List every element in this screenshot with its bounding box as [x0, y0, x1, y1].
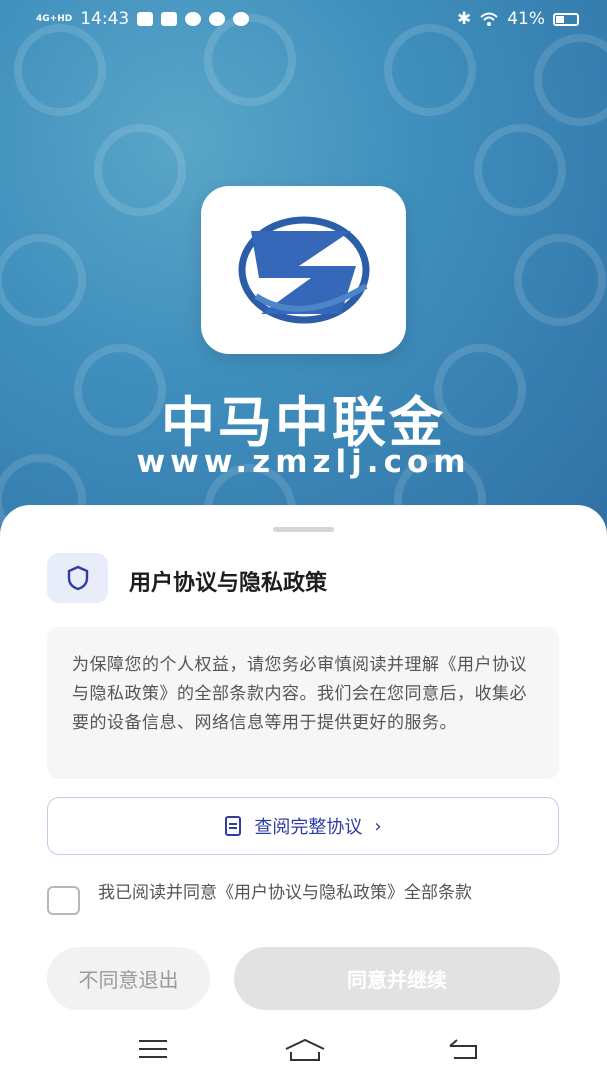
- shield-icon: [67, 565, 88, 591]
- consent-checkbox[interactable]: [47, 886, 80, 915]
- agree-continue-button[interactable]: 同意并继续: [234, 947, 560, 1010]
- logo-z-icon: [238, 216, 370, 324]
- bluetooth-icon: ✱: [456, 9, 472, 29]
- home-icon[interactable]: [284, 1038, 326, 1062]
- document-icon: [225, 816, 242, 836]
- chevron-right-icon: ›: [374, 815, 382, 837]
- chat-icon: [185, 12, 202, 26]
- disagree-exit-button[interactable]: 不同意退出: [47, 947, 210, 1010]
- menu-icon[interactable]: [138, 1038, 168, 1060]
- view-agreement-button[interactable]: 查阅完整协议 ›: [47, 797, 559, 855]
- back-icon[interactable]: [448, 1038, 478, 1060]
- sheet-title: 用户协议与隐私政策: [129, 571, 328, 596]
- sheet-grabber[interactable]: [273, 527, 334, 532]
- consent-label[interactable]: 我已阅读并同意《用户协议与隐私政策》全部条款: [98, 882, 568, 904]
- notice-box: 为保障您的个人权益，请您务必审慎阅读并理解《用户协议与隐私政策》的全部条款内容。…: [47, 627, 559, 779]
- consent-row[interactable]: 我已阅读并同意《用户协议与隐私政策》全部条款: [47, 882, 567, 922]
- wifi-icon: [480, 12, 498, 26]
- agreement-sheet: 用户协议与隐私政策 为保障您的个人权益，请您务必审慎阅读并理解《用户协议与隐私政…: [0, 505, 607, 1080]
- shield-badge: [47, 553, 108, 603]
- message-icon: [161, 12, 178, 26]
- vpn-icon: [233, 12, 250, 26]
- status-bar: 4G+HD 14:43 ✱ 41%: [0, 0, 607, 40]
- view-agreement-label: 查阅完整协议: [254, 817, 363, 838]
- battery-icon: [553, 12, 579, 26]
- check-circle-icon: [209, 12, 226, 26]
- message-icon: [137, 12, 154, 26]
- system-nav-bar: [0, 1022, 607, 1080]
- notice-text: 为保障您的个人权益，请您务必审慎阅读并理解《用户协议与隐私政策》的全部条款内容。…: [72, 655, 527, 733]
- app-logo: [201, 186, 406, 354]
- app-url: www.zmzlj.com: [136, 444, 471, 480]
- network-indicator: 4G+HD: [36, 13, 73, 24]
- status-time: 14:43: [80, 9, 130, 29]
- battery-percent: 41%: [507, 9, 545, 29]
